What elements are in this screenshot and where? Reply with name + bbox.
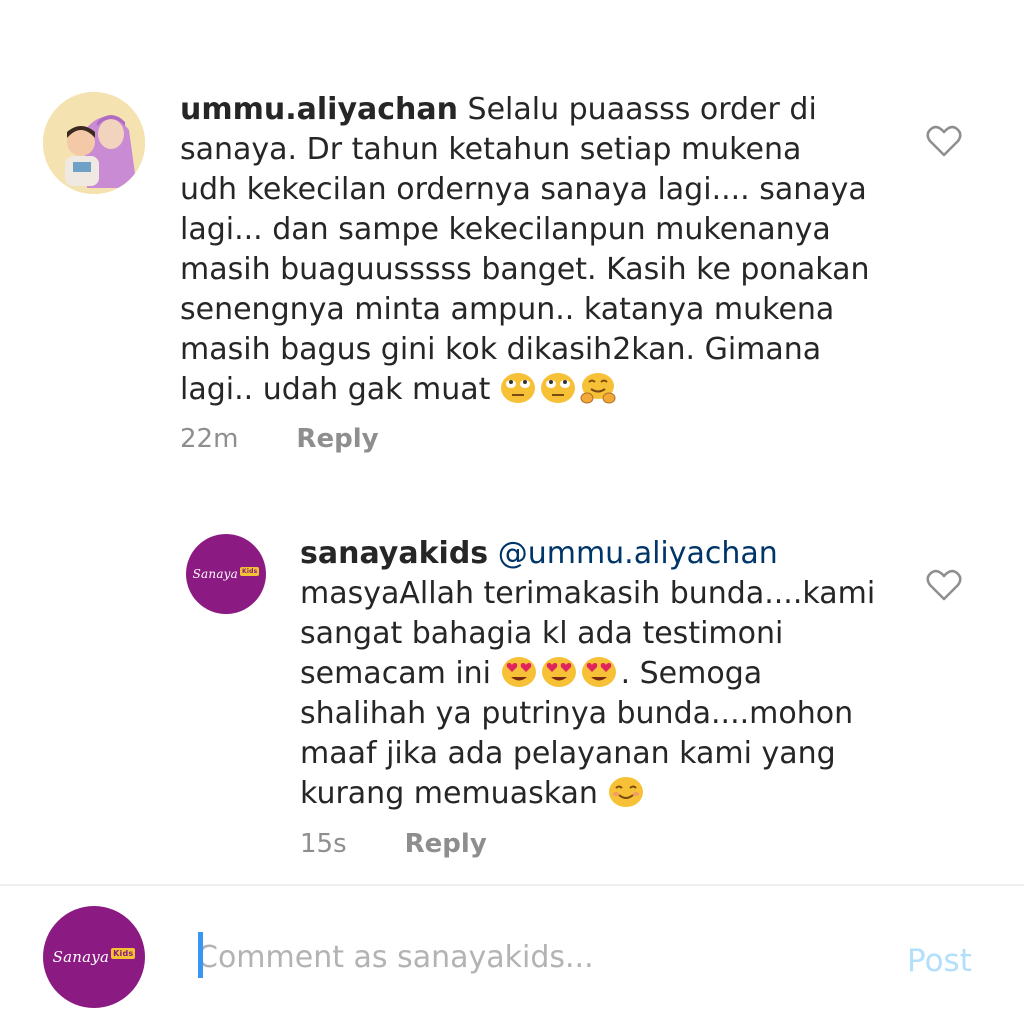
comment-timestamp: 22m (180, 424, 239, 454)
user-photo-icon (43, 92, 145, 194)
comment-line: lagi... dan sampe kekecilanpun mukenanya (180, 212, 831, 247)
comment-line: udh kekecilan ordernya sanaya lagi.... s… (180, 172, 867, 207)
reply-button[interactable]: Reply (296, 424, 378, 454)
heart-eyes-icon (501, 657, 536, 687)
comment-line: maaf jika ada pelayanan kami yang (300, 736, 836, 771)
comment-timestamp: 15s (300, 829, 347, 859)
heart-eyes-icon (581, 657, 616, 687)
comment-line: Selalu puaasss order di (467, 92, 817, 127)
comment-line: masyaAllah terimakasih bunda....kami (300, 576, 876, 611)
comment-line: senengnya minta ampun.. katanya mukena (180, 292, 835, 327)
face-with-rolling-eyes-icon (540, 373, 575, 403)
hugging-face-icon (580, 373, 616, 404)
comment-line: . Semoga (620, 656, 763, 691)
brand-logo-text: Sanaya Kids (52, 948, 136, 966)
text-caret (198, 932, 203, 978)
comment-line: masih bagus gini kok dikasih2kan. Gimana (180, 332, 822, 367)
comment-text: sanayakids @ummu.aliyachan masyaAllah te… (300, 534, 910, 814)
comment-line: kurang memuaskan (300, 776, 598, 811)
divider (0, 884, 1024, 886)
comment-line: sangat bahagia kl ada testimoni (300, 616, 784, 651)
comment-username[interactable]: ummu.aliyachan (180, 92, 458, 127)
comment-meta: 22m Reply (180, 424, 379, 454)
avatar[interactable] (43, 92, 145, 194)
smiling-face-icon (608, 777, 643, 807)
mention-link[interactable]: @ummu.aliyachan (498, 536, 778, 571)
comment-line: masih buaguusssss banget. Kasih ke ponak… (180, 252, 870, 287)
composer-avatar: Sanaya Kids (43, 906, 145, 1008)
like-heart-icon[interactable] (926, 124, 962, 158)
brand-logo-text: Sanaya Kids (192, 567, 260, 581)
like-heart-icon[interactable] (926, 568, 962, 602)
avatar[interactable]: Sanaya Kids (186, 534, 266, 614)
comment-username[interactable]: sanayakids (300, 536, 488, 571)
reply-button[interactable]: Reply (405, 829, 487, 859)
face-with-rolling-eyes-icon (500, 373, 535, 403)
comment-text: ummu.aliyachan Selalu puaasss order di s… (180, 90, 910, 410)
comment-line: shalihah ya putrinya bunda....mohon (300, 696, 854, 731)
heart-eyes-icon (541, 657, 576, 687)
post-button[interactable]: Post (907, 943, 972, 979)
comment-input[interactable]: Comment as sanayakids... (197, 932, 877, 984)
comment-meta: 15s Reply (300, 829, 487, 859)
comment-line: sanaya. Dr tahun ketahun setiap mukena (180, 132, 802, 167)
comment-line: lagi.. udah gak muat (180, 372, 491, 407)
comment-line: semacam ini (300, 656, 492, 691)
